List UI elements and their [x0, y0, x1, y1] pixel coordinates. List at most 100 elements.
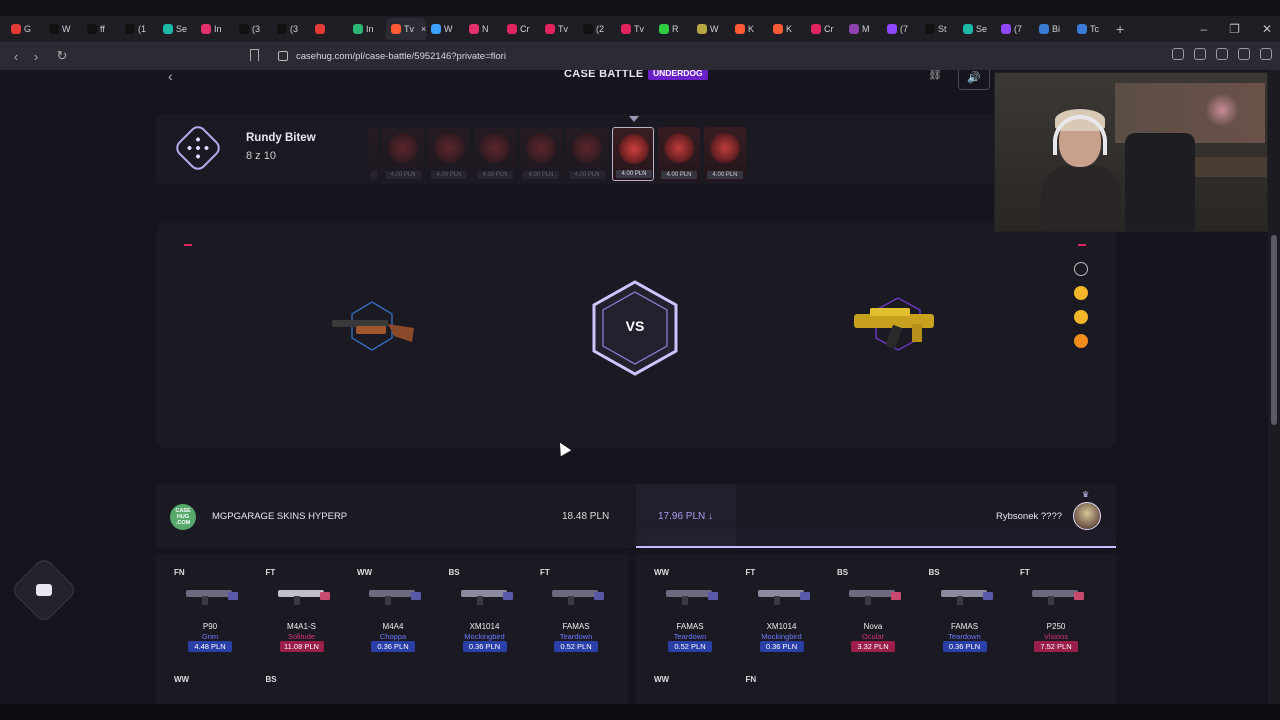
item-card[interactable]: FT FAMAS Teardown 0.52 PLN: [534, 554, 618, 652]
item-card[interactable]: WW M4A4 Choppa 0.36 PLN: [351, 554, 435, 652]
item-weapon-image: [277, 590, 330, 605]
item-price: 4.48 PLN: [188, 641, 232, 652]
toolbar-icons: [1172, 48, 1272, 60]
item-card[interactable]: FT XM1014 Mockingbird 0.36 PLN: [740, 554, 824, 652]
case-thumbnail: [368, 127, 378, 181]
browser-tab[interactable]: Tv ×: [386, 18, 426, 40]
neutral-face-icon[interactable]: [1074, 286, 1088, 300]
browser-tab[interactable]: (7: [882, 18, 920, 40]
player1-name[interactable]: MGPGARAGE SKINS HYPERP: [212, 511, 347, 522]
case-art: [663, 132, 695, 164]
item-skin: Mockingbird: [464, 632, 505, 641]
link-icon[interactable]: ⛓: [928, 70, 942, 81]
player2-highlight: [636, 546, 1116, 548]
wallet-icon[interactable]: [1216, 48, 1228, 60]
restore-icon[interactable]: ❐: [1229, 22, 1240, 36]
browser-tab[interactable]: St: [920, 18, 958, 40]
tab-favicon-icon: [659, 24, 669, 34]
minimize-icon[interactable]: –: [1200, 22, 1207, 36]
sound-toggle-button[interactable]: 🔊: [958, 70, 990, 90]
browser-tab[interactable]: M: [844, 18, 882, 40]
tab-favicon-icon: [125, 24, 135, 34]
browser-tab[interactable]: K: [730, 18, 768, 40]
item-card[interactable]: FN P90 Grim 4.48 PLN: [168, 554, 252, 652]
url-field[interactable]: casehug.com/pl/case-battle/5952146?priva…: [268, 46, 988, 66]
browser-tab[interactable]: Cr: [806, 18, 844, 40]
browser-tab[interactable]: K: [768, 18, 806, 40]
browser-tab[interactable]: Tv: [540, 18, 578, 40]
menu-icon[interactable]: [1260, 48, 1272, 60]
extensions-icon[interactable]: [1172, 48, 1184, 60]
player2-avatar[interactable]: [1073, 502, 1101, 530]
case-thumbnail: 4.00 PLN: [520, 127, 562, 181]
surprised-face-icon[interactable]: [1074, 334, 1088, 348]
browser-tab[interactable]: N: [464, 18, 502, 40]
browser-tab[interactable]: ff: [82, 18, 120, 40]
item-card[interactable]: BS FAMAS Teardown 0.36 PLN: [923, 554, 1007, 652]
browser-tab[interactable]: (1: [120, 18, 158, 40]
site-info-icon[interactable]: [278, 51, 288, 61]
item-card[interactable]: FT M4A1-S Solitude 11.08 PLN: [260, 554, 344, 652]
browser-tab[interactable]: [310, 18, 348, 40]
tab-favicon-icon: [621, 24, 631, 34]
item-weapon-image: [849, 590, 901, 605]
item-skin: Teardown: [559, 632, 593, 641]
rounds-title: Rundy Bitew: [246, 132, 316, 144]
browser-tab[interactable]: (3: [272, 18, 310, 40]
tab-label: ff: [100, 24, 105, 34]
player2-name[interactable]: Rybsonek ????: [996, 511, 1062, 522]
tab-favicon-icon: [811, 24, 821, 34]
item-card[interactable]: BS Nova Ocular 3.32 PLN: [831, 554, 915, 652]
browser-tab[interactable]: Se: [158, 18, 196, 40]
item-price: 3.32 PLN: [851, 641, 895, 652]
reload-icon[interactable]: ↻: [52, 48, 72, 64]
item-card[interactable]: BS XM1014 Mockingbird 0.36 PLN: [443, 554, 527, 652]
new-tab-button[interactable]: +: [1116, 21, 1124, 37]
browser-tab[interactable]: R: [654, 18, 692, 40]
browser-tab[interactable]: Tc: [1072, 18, 1110, 40]
item-name: M4A1-S: [287, 622, 316, 631]
browser-tab[interactable]: W: [426, 18, 464, 40]
item-card[interactable]: FT P250 Visions 7.52 PLN: [1014, 554, 1098, 652]
case-thumbnail: 4.00 PLN: [474, 127, 516, 181]
battle-arena: VS: [156, 222, 1116, 448]
back-icon[interactable]: ‹: [6, 49, 26, 64]
tab-label: (1: [138, 24, 147, 34]
item-price: 0.36 PLN: [371, 641, 415, 652]
tab-label: G: [24, 24, 32, 34]
page-scrollbar[interactable]: [1268, 70, 1280, 704]
tab-favicon-icon: [163, 24, 173, 34]
back-chevron-icon[interactable]: ‹: [168, 70, 173, 84]
sad-face-icon[interactable]: [1074, 310, 1088, 324]
item-skin: Solitude: [287, 632, 316, 641]
bookmark-icon[interactable]: [250, 49, 259, 61]
browser-tab[interactable]: Se: [958, 18, 996, 40]
case-thumbnail: 4.00 PLN: [658, 127, 700, 181]
sidebar-icon[interactable]: [1194, 48, 1206, 60]
forward-icon[interactable]: ›: [26, 49, 46, 64]
browser-tab[interactable]: (2: [578, 18, 616, 40]
tab-favicon-icon: [545, 24, 555, 34]
tab-label: Se: [176, 24, 188, 34]
tab-label: N: [482, 24, 489, 34]
battle-header: ‹ CASE BATTLE UNDERDOG ⛓ 🔊: [156, 70, 1116, 90]
tab-favicon-icon: [315, 24, 325, 34]
smile-icon[interactable]: [1074, 262, 1088, 276]
item-condition: WW: [174, 675, 190, 684]
close-window-icon[interactable]: ✕: [1262, 22, 1272, 36]
browser-tab[interactable]: W: [692, 18, 730, 40]
browser-tab[interactable]: In: [348, 18, 386, 40]
browser-tab[interactable]: In: [196, 18, 234, 40]
browser-tab[interactable]: Bi: [1034, 18, 1072, 40]
shield-icon[interactable]: [1238, 48, 1250, 60]
browser-tab[interactable]: W: [44, 18, 82, 40]
browser-tab[interactable]: G: [6, 18, 44, 40]
case-strip: 4.00 PLN 4.00 PLN 4.00 PLN 4.00 PLN 4.00 PLN…: [368, 116, 746, 181]
browser-tab[interactable]: Cr: [502, 18, 540, 40]
browser-tab[interactable]: Tv: [616, 18, 654, 40]
tab-favicon-icon: [925, 24, 935, 34]
item-card[interactable]: WW FAMAS Teardown 0.52 PLN: [648, 554, 732, 652]
browser-tab[interactable]: (3: [234, 18, 272, 40]
item-condition: BS: [265, 675, 277, 684]
browser-tab[interactable]: (7: [996, 18, 1034, 40]
